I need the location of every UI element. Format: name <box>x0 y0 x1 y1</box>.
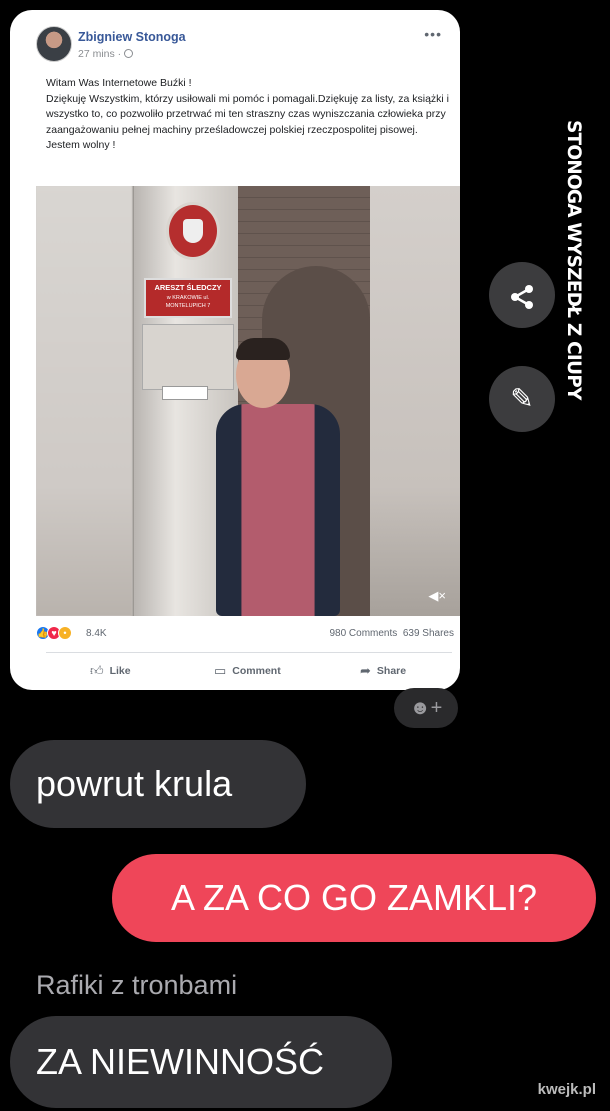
reaction-icons[interactable]: 👍 ♥ • <box>36 626 72 640</box>
add-reaction-icon[interactable]: ☻+ <box>394 688 458 728</box>
comment-icon: ▭ <box>214 663 227 678</box>
chat-message-outgoing[interactable]: A ZA CO GO ZAMKLI? <box>112 854 596 942</box>
globe-icon <box>124 49 134 58</box>
post-photo[interactable]: ARESZT ŚLEDCZY w KRAKOWIE ul. MONTELUPIC… <box>36 186 460 616</box>
photo-sign-subtitle: w KRAKOWIE ul. MONTELUPICH 7 <box>165 295 211 309</box>
photo-blur-right <box>364 186 460 616</box>
photo-sign-title: ARESZT ŚLEDCZY <box>154 283 222 292</box>
reaction-count[interactable]: 8.4K <box>86 628 107 639</box>
post-text: Witam Was Internetowe Buźki ! Dziękuję W… <box>46 77 449 151</box>
like-button[interactable]: 👍︎ Like <box>90 663 131 679</box>
facebook-post-card[interactable]: Zbigniew Stonoga 27 mins · ••• Witam Was… <box>10 10 460 690</box>
polish-eagle-crest-icon <box>166 202 220 260</box>
sender-name: Rafiki z tronbami <box>36 970 238 1000</box>
mute-icon[interactable]: ◀× <box>428 588 446 604</box>
photo-small-sign <box>162 386 208 400</box>
divider <box>46 652 452 653</box>
photo-plaque <box>142 324 234 390</box>
share-icon[interactable] <box>489 262 555 328</box>
post-author[interactable]: Zbigniew Stonoga <box>78 30 186 44</box>
shares-count[interactable]: 639 Shares <box>403 628 454 639</box>
post-header: Zbigniew Stonoga 27 mins · ••• <box>34 24 454 66</box>
pencil-icon[interactable]: ✎ <box>489 366 555 432</box>
wow-reaction-icon: • <box>58 626 72 640</box>
share-label: Share <box>376 665 407 677</box>
thumbs-up-icon: 👍︎ <box>90 663 104 678</box>
post-actions: 👍︎ Like ▭ Comment ➦ Share <box>36 660 454 682</box>
share-button[interactable]: ➦ Share <box>360 663 406 679</box>
comments-count[interactable]: 980 Comments <box>329 628 397 639</box>
watermark: kwejk.pl <box>537 1081 596 1098</box>
photo-person-hair <box>236 338 290 360</box>
comments-shares: 980 Comments 639 Shares <box>329 628 454 639</box>
share-nodes-icon <box>511 284 533 309</box>
post-time: 27 mins · <box>78 48 122 60</box>
photo-person-body <box>216 404 340 616</box>
avatar[interactable] <box>36 26 72 62</box>
chat-message-incoming[interactable]: ZA NIEWINNOŚĆ <box>10 1016 392 1108</box>
like-label: Like <box>109 665 131 677</box>
chat-message-incoming[interactable]: powrut krula <box>10 740 306 828</box>
side-title: STONOGA WYSZEDŁ Z CIUPY <box>563 120 584 400</box>
more-options-icon[interactable]: ••• <box>424 26 442 42</box>
photo-blur-left <box>36 186 132 616</box>
share-arrow-icon: ➦ <box>360 663 371 678</box>
comment-label: Comment <box>232 665 281 677</box>
photo-sign: ARESZT ŚLEDCZY w KRAKOWIE ul. MONTELUPIC… <box>144 278 232 318</box>
comment-button[interactable]: ▭ Comment <box>214 663 281 679</box>
reactions-bar: 👍 ♥ • 8.4K 980 Comments 639 Shares <box>36 624 454 644</box>
screen: Zbigniew Stonoga 27 mins · ••• Witam Was… <box>0 0 610 1111</box>
post-meta: 27 mins · <box>78 48 134 60</box>
